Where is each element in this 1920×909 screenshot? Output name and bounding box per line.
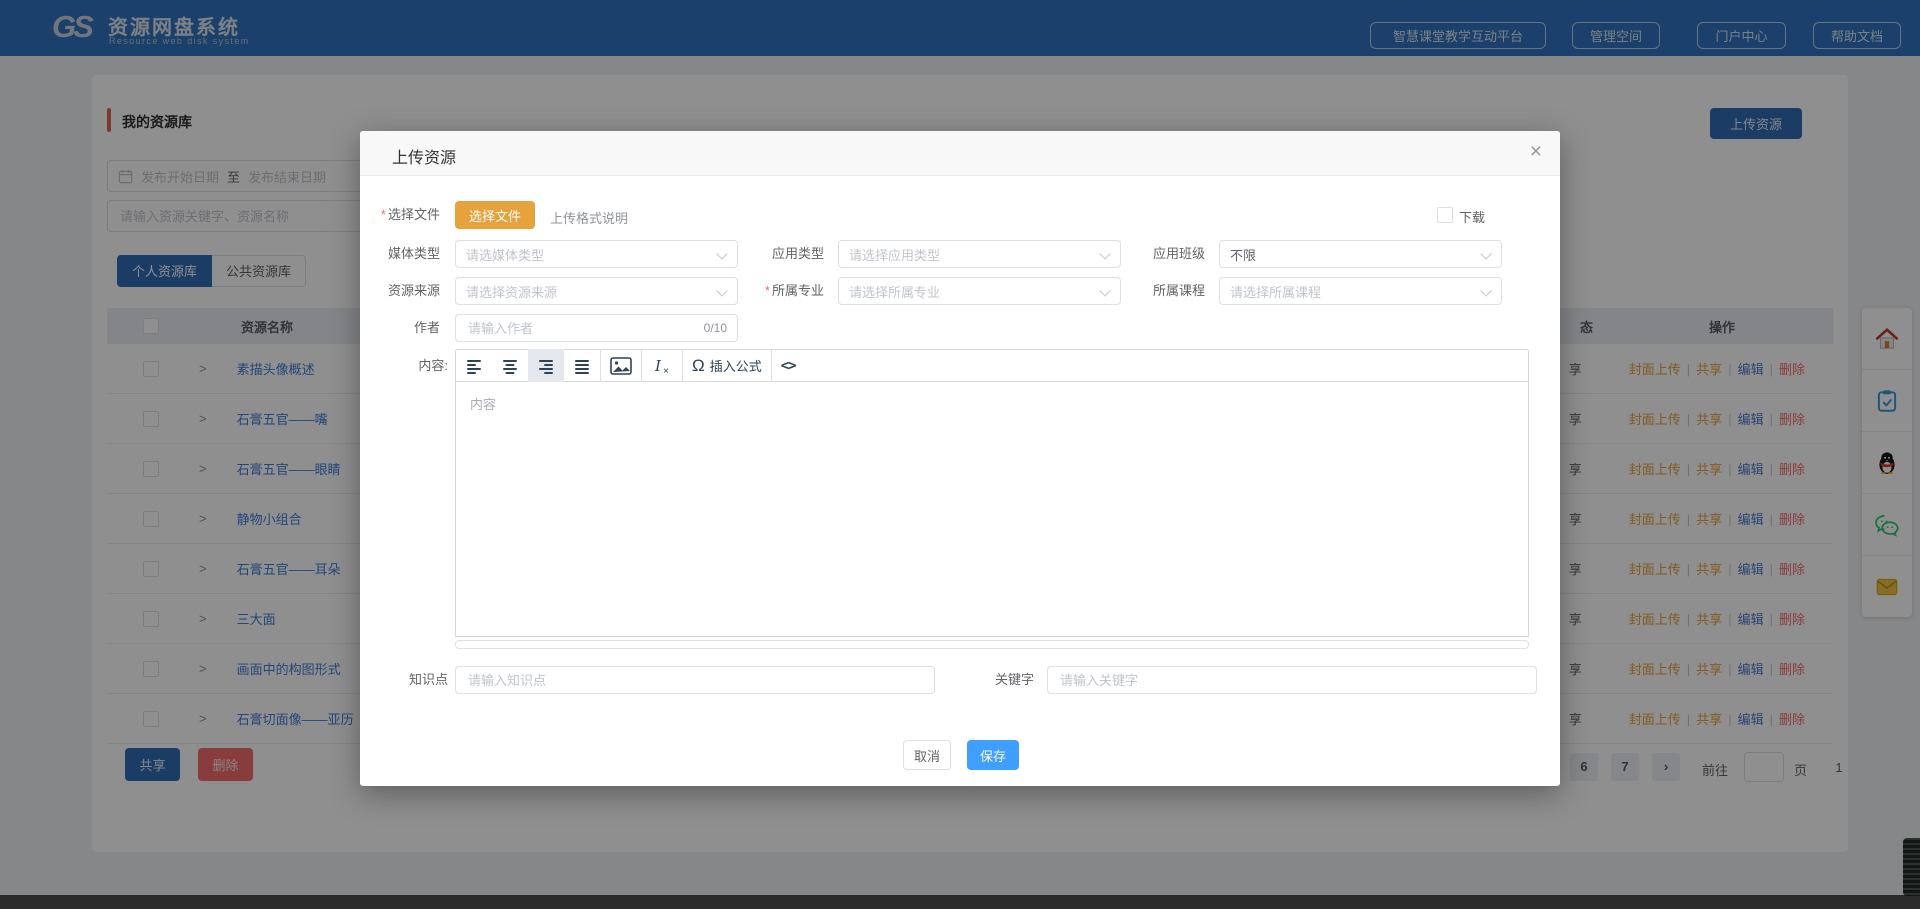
align-justify-icon[interactable]: [564, 349, 600, 382]
close-icon[interactable]: ×: [1530, 140, 1542, 164]
chevron-down-icon: [1099, 285, 1110, 296]
clear-format-icon[interactable]: I×: [642, 349, 682, 382]
keyword-box: [1047, 666, 1537, 694]
knowledge-label: 知识点: [378, 666, 448, 694]
app-class-select[interactable]: 不限: [1219, 240, 1502, 268]
editor-placeholder: 内容: [470, 397, 496, 412]
media-type-select[interactable]: 请选媒体类型: [455, 240, 738, 268]
download-checkbox[interactable]: [1437, 207, 1453, 223]
app-class-label: 应用班级: [1135, 240, 1205, 268]
align-center-icon[interactable]: [492, 349, 528, 382]
char-counter: 0/10: [704, 321, 727, 335]
source-select[interactable]: 请选择资源来源: [455, 277, 738, 305]
required-asterisk: *: [381, 207, 386, 222]
content-editor[interactable]: 内容: [455, 381, 1529, 637]
course-label: 所属课程: [1135, 277, 1205, 305]
chevron-down-icon: [1099, 248, 1110, 259]
modal-title: 上传资源: [392, 144, 456, 168]
download-label: 下载: [1459, 207, 1485, 226]
insert-image-icon[interactable]: [601, 349, 641, 382]
knowledge-input[interactable]: [466, 672, 924, 689]
keyword-input[interactable]: [1058, 672, 1526, 689]
chevron-down-icon: [716, 285, 727, 296]
knowledge-box: [455, 666, 935, 694]
editor-toolbar: I× Ω 插入公式 <>: [455, 349, 1529, 382]
file-label: *选择文件: [360, 201, 440, 229]
author-input[interactable]: [466, 320, 704, 337]
align-left-icon[interactable]: [456, 349, 492, 382]
author-label: 作者: [370, 314, 440, 342]
insert-formula-label: 插入公式: [710, 356, 762, 375]
major-label: *所属专业: [744, 277, 824, 305]
source-label: 资源来源: [370, 277, 440, 305]
choose-file-button[interactable]: 选择文件: [455, 201, 535, 229]
chevron-down-icon: [1480, 285, 1491, 296]
svg-text:I: I: [654, 357, 662, 375]
required-asterisk: *: [765, 283, 770, 298]
chevron-down-icon: [1480, 248, 1491, 259]
app-root: GS 资源网盘系统 Resource web disk system 智慧课堂教…: [0, 0, 1920, 909]
app-type-select[interactable]: 请选择应用类型: [838, 240, 1121, 268]
course-select[interactable]: 请选择所属课程: [1219, 277, 1502, 305]
code-view-icon[interactable]: <>: [772, 349, 805, 382]
insert-formula-button[interactable]: Ω 插入公式: [683, 349, 771, 382]
major-select[interactable]: 请选择所属专业: [838, 277, 1121, 305]
upload-modal: 上传资源 × *选择文件 选择文件 上传格式说明 下载 媒体类型 请选媒体类型 …: [360, 131, 1560, 786]
content-label: 内容:: [378, 352, 448, 380]
keyword-label: 关键字: [974, 666, 1034, 694]
svg-text:×: ×: [663, 366, 669, 375]
media-type-label: 媒体类型: [370, 240, 440, 268]
cancel-button[interactable]: 取消: [903, 740, 951, 770]
editor-scrollbar[interactable]: [455, 640, 1529, 649]
upload-format-hint[interactable]: 上传格式说明: [550, 208, 628, 227]
app-type-label: 应用类型: [754, 240, 824, 268]
modal-header: 上传资源 ×: [360, 131, 1560, 176]
chevron-down-icon: [716, 248, 727, 259]
align-right-icon[interactable]: [528, 349, 564, 382]
save-button[interactable]: 保存: [967, 740, 1019, 770]
author-box: 0/10: [455, 314, 738, 342]
omega-icon: Ω: [692, 356, 705, 376]
